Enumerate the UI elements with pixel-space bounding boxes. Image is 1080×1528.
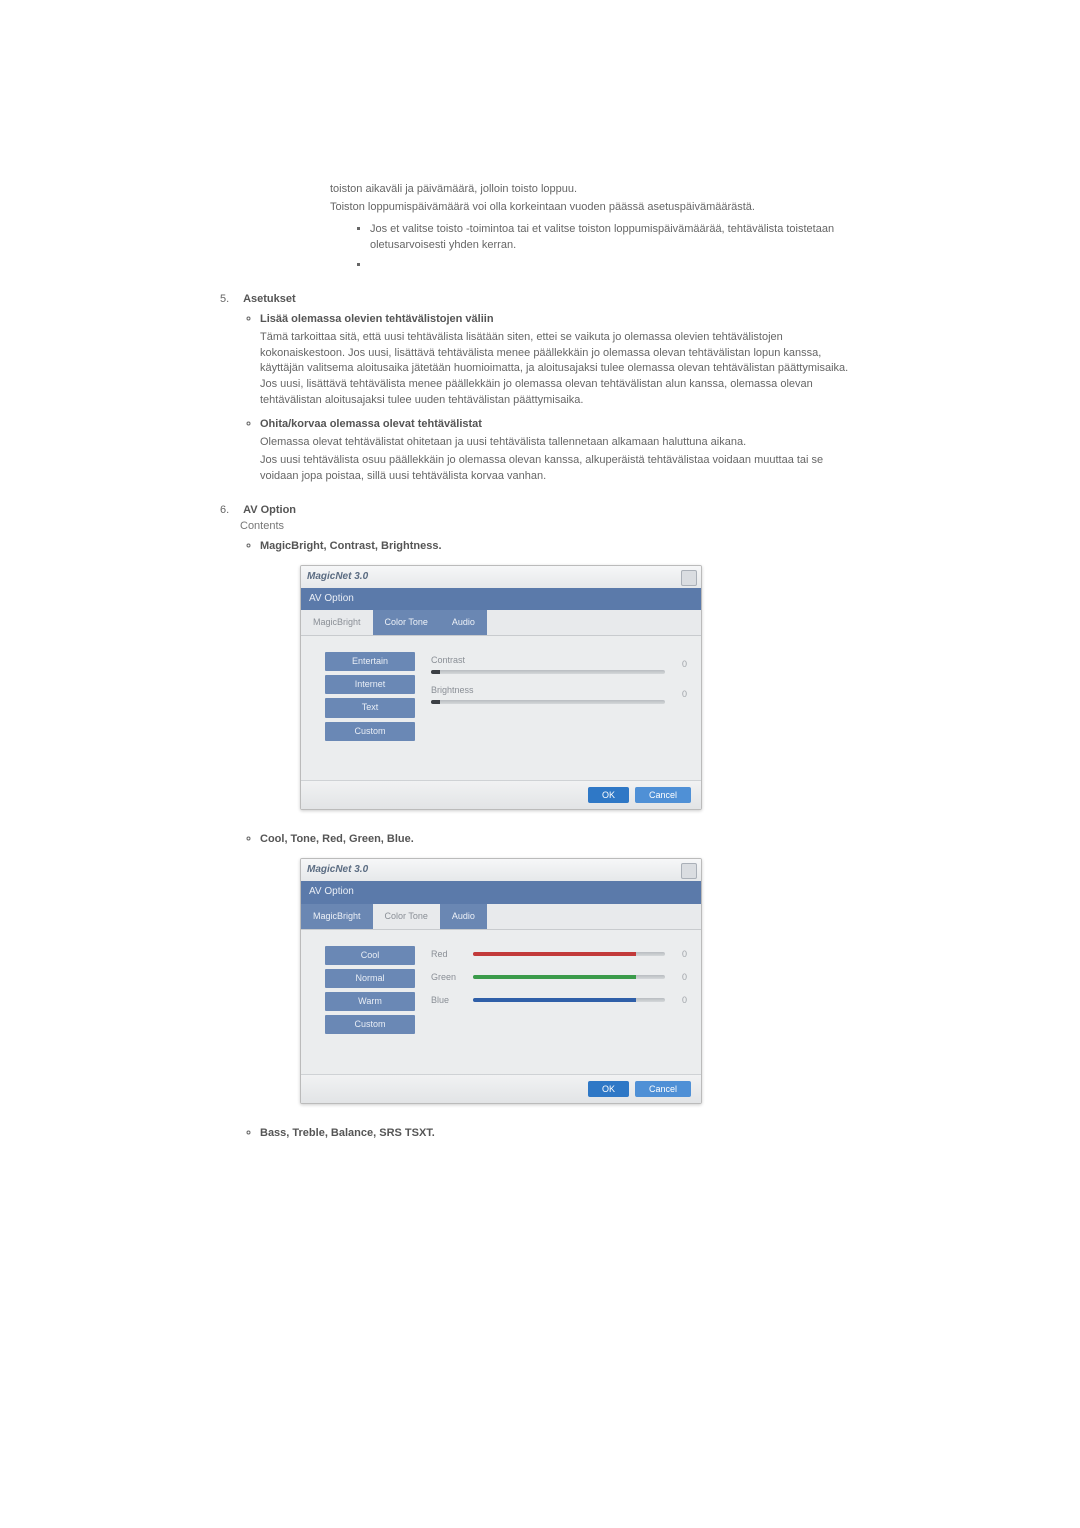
section-5-number: 5. [220, 292, 240, 308]
dialog-tabs: MagicBright Color Tone Audio [301, 904, 701, 930]
section-5-item-2-lead: Ohita/korvaa olemassa olevat tehtävälist… [260, 418, 482, 430]
preset-list: Entertain Internet Text Custom [325, 652, 415, 740]
section-5-item-1-body: Tämä tarkoittaa sitä, että uusi tehtäväl… [260, 330, 860, 410]
section-5-item-1: Lisää olemassa olevien tehtävälistojen v… [260, 312, 860, 410]
red-value: 0 [673, 948, 687, 961]
section-6-subtitle: Contents [240, 519, 860, 535]
tab-color-tone[interactable]: Color Tone [373, 904, 440, 929]
preset-entertain[interactable]: Entertain [325, 652, 415, 671]
intro-block: toiston aikaväli ja päivämäärä, jolloin … [330, 182, 860, 274]
dialog-title-text: MagicNet 3.0 [307, 570, 368, 585]
red-track[interactable] [473, 952, 665, 956]
section-6: 6. AV Option Contents MagicBright, Contr… [220, 503, 860, 1142]
brightness-label: Brightness [431, 684, 665, 697]
preset-list: Cool Normal Warm Custom [325, 946, 415, 1034]
intro-bullet-empty [370, 258, 860, 274]
section-5-item-2: Ohita/korvaa olemassa olevat tehtävälist… [260, 417, 860, 485]
section-5: 5. Asetukset Lisää olemassa olevien teht… [220, 292, 860, 485]
contrast-label: Contrast [431, 654, 665, 667]
preset-warm[interactable]: Warm [325, 992, 415, 1011]
contrast-value: 0 [673, 658, 687, 671]
slider-contrast: Contrast 0 [431, 654, 687, 674]
dialog-footer: OK Cancel [301, 1074, 701, 1103]
section-6-entry-1-lead: MagicBright, Contrast, Brightness. [260, 540, 442, 552]
green-track[interactable] [473, 975, 665, 979]
ok-button[interactable]: OK [588, 787, 629, 803]
slider-red: Red 0 [431, 948, 687, 961]
section-6-entry-2: Cool, Tone, Red, Green, Blue. MagicNet 3… [260, 832, 860, 1103]
slider-group: Contrast 0 Brightness [431, 652, 687, 714]
section-6-list: MagicBright, Contrast, Brightness. Magic… [242, 539, 860, 1142]
tab-color-tone[interactable]: Color Tone [373, 610, 440, 635]
intro-bullet: Jos et valitse toisto -toimintoa tai et … [370, 222, 860, 254]
preset-custom[interactable]: Custom [325, 722, 415, 741]
intro-bullet-list: Jos et valitse toisto -toimintoa tai et … [352, 222, 860, 274]
section-6-title: AV Option [243, 504, 296, 516]
close-icon[interactable] [681, 570, 697, 586]
brightness-value: 0 [673, 688, 687, 701]
tab-audio[interactable]: Audio [440, 904, 487, 929]
section-5-item-2-body: Olemassa olevat tehtävälistat ohitetaan … [260, 435, 860, 451]
dialog-titlebar[interactable]: MagicNet 3.0 [301, 566, 701, 588]
dialog-tabs: MagicBright Color Tone Audio [301, 610, 701, 636]
section-5-item-2-body2: Jos uusi tehtävälista osuu päällekkäin j… [260, 453, 860, 485]
close-icon[interactable] [681, 863, 697, 879]
brightness-track[interactable] [431, 700, 665, 704]
dialog-title-text: MagicNet 3.0 [307, 863, 368, 878]
blue-value: 0 [673, 994, 687, 1007]
section-5-list: Lisää olemassa olevien tehtävälistojen v… [242, 312, 860, 485]
green-label: Green [431, 971, 465, 984]
dialog-body: Cool Normal Warm Custom Red 0 [301, 930, 701, 1074]
slider-blue: Blue 0 [431, 994, 687, 1007]
contrast-track[interactable] [431, 670, 665, 674]
av-option-dialog-1: MagicNet 3.0 AV Option MagicBright Color… [300, 565, 702, 811]
red-label: Red [431, 948, 465, 961]
dialog-subtitle: AV Option [301, 588, 701, 611]
section-5-title: Asetukset [243, 293, 296, 305]
blue-label: Blue [431, 994, 465, 1007]
section-6-entry-1: MagicBright, Contrast, Brightness. Magic… [260, 539, 860, 810]
preset-normal[interactable]: Normal [325, 969, 415, 988]
blue-track[interactable] [473, 998, 665, 1002]
dialog-subtitle: AV Option [301, 881, 701, 904]
document-page: toiston aikaväli ja päivämäärä, jolloin … [180, 0, 900, 1350]
tab-magicbright[interactable]: MagicBright [301, 904, 373, 929]
cancel-button[interactable]: Cancel [635, 1081, 691, 1097]
dialog-footer: OK Cancel [301, 780, 701, 809]
section-6-entry-3: Bass, Treble, Balance, SRS TSXT. [260, 1126, 860, 1142]
slider-group: Red 0 Green 0 Blue [431, 946, 687, 1017]
preset-internet[interactable]: Internet [325, 675, 415, 694]
ok-button[interactable]: OK [588, 1081, 629, 1097]
tab-audio[interactable]: Audio [440, 610, 487, 635]
intro-line-1: toiston aikaväli ja päivämäärä, jolloin … [330, 182, 860, 198]
section-6-number: 6. [220, 503, 240, 519]
dialog-body: Entertain Internet Text Custom Contrast [301, 636, 701, 780]
cancel-button[interactable]: Cancel [635, 787, 691, 803]
preset-text[interactable]: Text [325, 698, 415, 717]
dialog-titlebar[interactable]: MagicNet 3.0 [301, 859, 701, 881]
intro-line-2: Toiston loppumispäivämäärä voi olla kork… [330, 200, 860, 216]
tab-magicbright[interactable]: MagicBright [301, 610, 373, 635]
section-5-item-1-lead: Lisää olemassa olevien tehtävälistojen v… [260, 313, 494, 325]
preset-custom[interactable]: Custom [325, 1015, 415, 1034]
av-option-dialog-2: MagicNet 3.0 AV Option MagicBright Color… [300, 858, 702, 1104]
preset-cool[interactable]: Cool [325, 946, 415, 965]
slider-brightness: Brightness 0 [431, 684, 687, 704]
section-6-entry-2-lead: Cool, Tone, Red, Green, Blue. [260, 833, 414, 845]
slider-green: Green 0 [431, 971, 687, 984]
green-value: 0 [673, 971, 687, 984]
section-6-entry-3-lead: Bass, Treble, Balance, SRS TSXT. [260, 1127, 435, 1139]
